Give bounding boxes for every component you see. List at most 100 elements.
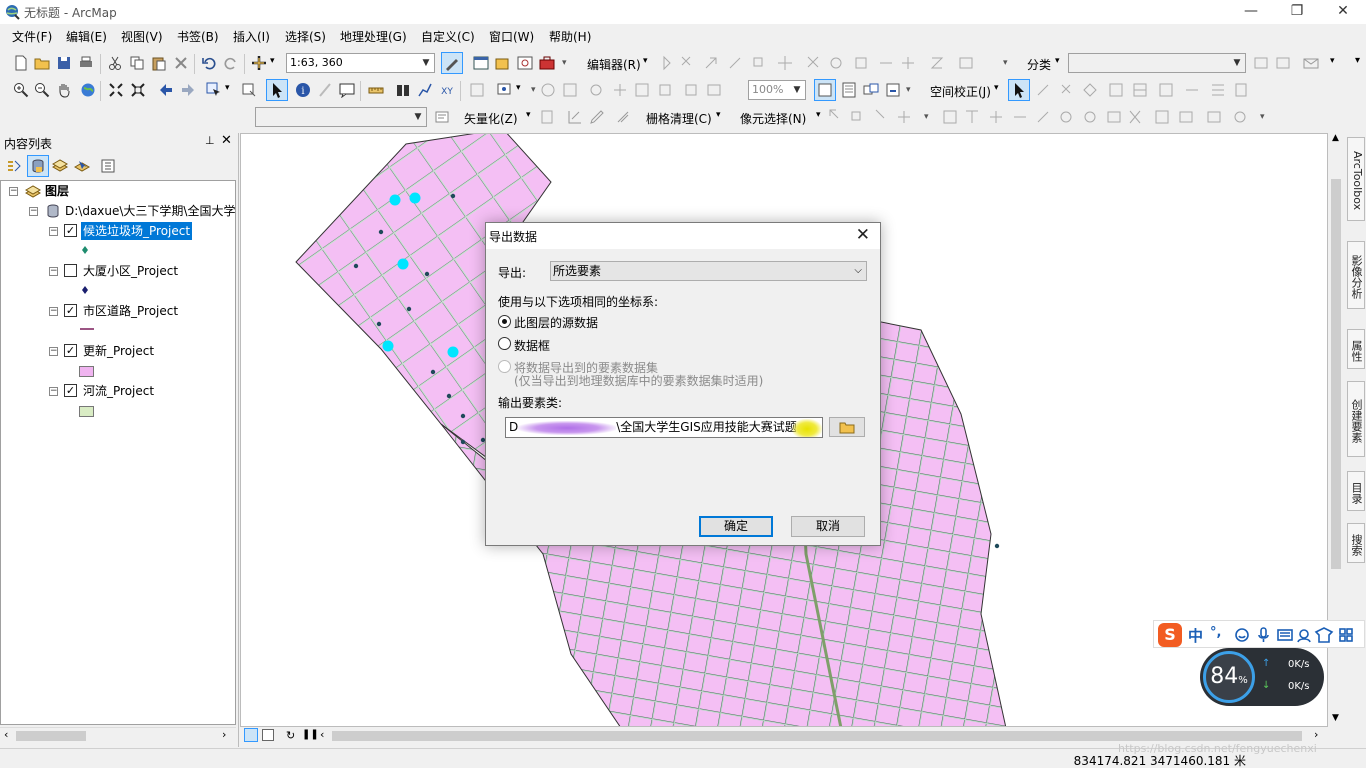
toolbox-icon[interactable] — [538, 54, 556, 72]
clear-selection-icon[interactable] — [240, 81, 258, 99]
toolbar-overflow-icon[interactable]: ▾ — [1355, 55, 1360, 66]
scroll-down-icon[interactable]: ▼ — [1332, 713, 1339, 723]
dropdown-icon[interactable]: ▾ — [1330, 56, 1335, 66]
collapse-toggle[interactable]: − — [9, 187, 18, 196]
toc-horizontal-scrollbar[interactable]: ‹ › — [0, 727, 236, 743]
hyperlink-icon[interactable] — [316, 81, 334, 99]
menu-bookmarks[interactable]: 书签(B) — [177, 28, 219, 45]
select-elements-arrow-icon[interactable] — [266, 79, 288, 101]
layout-view-page-icon[interactable] — [262, 729, 274, 741]
collapse-toggle[interactable]: − — [49, 307, 58, 316]
dock-tab-arctoolbox[interactable]: ArcToolbox — [1347, 137, 1365, 221]
identify-icon[interactable]: i — [294, 81, 312, 99]
network-monitor[interactable]: 84% ↑ 0K/s ↓ 0K/s — [1200, 648, 1324, 706]
viewer-dropdown-icon[interactable]: ▾ — [516, 83, 521, 93]
zoom-in-icon[interactable] — [12, 81, 30, 99]
print-icon[interactable] — [77, 54, 95, 72]
classify-option-icon[interactable] — [1274, 54, 1292, 72]
editor-toolbar-toggle-icon[interactable] — [441, 52, 463, 74]
ime-language[interactable]: 中 — [1188, 625, 1203, 646]
classify-option-icon[interactable] — [1252, 54, 1270, 72]
list-by-drawing-order-icon[interactable] — [5, 157, 23, 175]
cell-select-menu[interactable]: 像元选择(N) — [740, 110, 806, 127]
raster-pencil-icon[interactable] — [588, 108, 606, 126]
toolbar-overflow-icon[interactable]: ▾ — [1260, 107, 1268, 127]
layer-name[interactable]: 市区道路_Project — [83, 302, 178, 320]
redo-icon[interactable] — [222, 54, 240, 72]
paste-icon[interactable] — [150, 54, 168, 72]
cut-icon[interactable] — [106, 54, 124, 72]
spatial-adjust-dropdown-icon[interactable]: ▾ — [994, 83, 999, 93]
raster-cleanup-dropdown-icon[interactable]: ▾ — [716, 110, 721, 120]
source-path[interactable]: D:\daxue\大三下学期\全国大学 — [65, 202, 235, 220]
toolbar-overflow-icon[interactable]: ▾ — [924, 107, 932, 127]
fixed-zoom-out-icon[interactable] — [129, 81, 147, 99]
export-select[interactable]: 所选要素 ⌵ — [550, 261, 867, 281]
raster-layer-combo[interactable]: ▼ — [255, 107, 427, 127]
radio-data-frame[interactable] — [498, 337, 511, 350]
list-by-source-icon[interactable] — [27, 155, 49, 177]
dock-tab-create-features[interactable]: 创建要素 — [1347, 381, 1365, 457]
collapse-toggle[interactable]: − — [29, 207, 38, 216]
select-dropdown-icon[interactable]: ▾ — [225, 83, 230, 93]
menu-insert[interactable]: 插入(I) — [233, 28, 270, 45]
forward-arrow-icon[interactable] — [179, 81, 197, 99]
add-data-dropdown-icon[interactable]: ▾ — [270, 56, 275, 66]
spatial-adjust-menu[interactable]: 空间校正(J) — [930, 83, 991, 100]
save-icon[interactable] — [55, 54, 73, 72]
data-frame-label[interactable]: 图层 — [45, 182, 69, 200]
close-icon[interactable]: ✕ — [856, 225, 870, 245]
cell-select-dropdown-icon[interactable]: ▾ — [816, 110, 821, 120]
data-driven-pages-icon[interactable] — [884, 81, 902, 99]
vectorize-dropdown-icon[interactable]: ▾ — [526, 110, 531, 120]
collapse-toggle[interactable]: − — [49, 227, 58, 236]
find-binoculars-icon[interactable] — [394, 81, 412, 99]
toolbar-overflow-icon[interactable]: ▾ — [1003, 53, 1011, 73]
collapse-toggle[interactable]: − — [49, 347, 58, 356]
open-folder-icon[interactable] — [33, 54, 51, 72]
scroll-right-icon[interactable]: › — [1314, 728, 1318, 741]
layer-name[interactable]: 更新_Project — [83, 342, 154, 360]
menu-customize[interactable]: 自定义(C) — [421, 28, 475, 45]
scroll-left-icon[interactable]: ‹ — [320, 728, 324, 741]
list-by-selection-icon[interactable] — [73, 157, 91, 175]
pause-drawing-icon[interactable]: ❚❚ — [302, 729, 319, 740]
toolbar-overflow-icon[interactable]: ▾ — [531, 80, 539, 100]
vectorize-menu[interactable]: 矢量化(Z) — [464, 110, 518, 127]
restore-button[interactable]: ❐ — [1274, 0, 1320, 24]
data-view-icon[interactable] — [244, 728, 258, 742]
ime-toolbar[interactable]: S 中 °, — [1153, 620, 1365, 648]
layout-change-icon[interactable] — [862, 81, 880, 99]
menu-help[interactable]: 帮助(H) — [549, 28, 591, 45]
pin-icon[interactable]: ⊥ — [205, 134, 215, 147]
layer-name[interactable]: 大厦小区_Project — [83, 262, 178, 280]
close-icon[interactable]: ✕ — [221, 133, 232, 148]
layout-zoom-combo[interactable]: 100% ▼ — [748, 80, 806, 100]
full-extent-globe-icon[interactable] — [79, 81, 97, 99]
classify-dropdown-icon[interactable]: ▾ — [1055, 56, 1060, 66]
scroll-right-icon[interactable]: › — [222, 728, 226, 741]
ime-punct-mode[interactable]: °, — [1210, 625, 1221, 640]
ok-button[interactable]: 确定 — [699, 516, 773, 537]
scroll-up-icon[interactable]: ▲ — [1332, 133, 1339, 143]
layer-visibility-checkbox[interactable]: ✓ — [64, 224, 77, 237]
close-window-button[interactable]: ✕ — [1320, 0, 1366, 24]
menu-edit[interactable]: 编辑(E) — [66, 28, 107, 45]
page-toggle-icon[interactable] — [814, 79, 836, 101]
list-by-visibility-icon[interactable] — [51, 157, 69, 175]
browse-button[interactable] — [829, 417, 865, 437]
menu-select[interactable]: 选择(S) — [285, 28, 326, 45]
go-to-xy-icon[interactable]: XY — [438, 81, 456, 99]
fixed-zoom-in-icon[interactable] — [107, 81, 125, 99]
undo-icon[interactable] — [200, 54, 218, 72]
catalog-window-icon[interactable] — [494, 54, 512, 72]
toolbar-overflow-icon[interactable]: ▾ — [906, 80, 914, 100]
classify-combo[interactable]: ▼ — [1068, 53, 1246, 73]
menu-file[interactable]: 文件(F) — [12, 28, 52, 45]
scroll-thumb[interactable] — [1331, 179, 1341, 569]
time-slider-icon[interactable] — [468, 81, 486, 99]
options-icon[interactable] — [99, 157, 117, 175]
menu-geoprocessing[interactable]: 地理处理(G) — [340, 28, 407, 45]
dock-tab-attributes[interactable]: 属性 — [1347, 329, 1365, 369]
vectorize-settings-icon[interactable] — [538, 108, 556, 126]
